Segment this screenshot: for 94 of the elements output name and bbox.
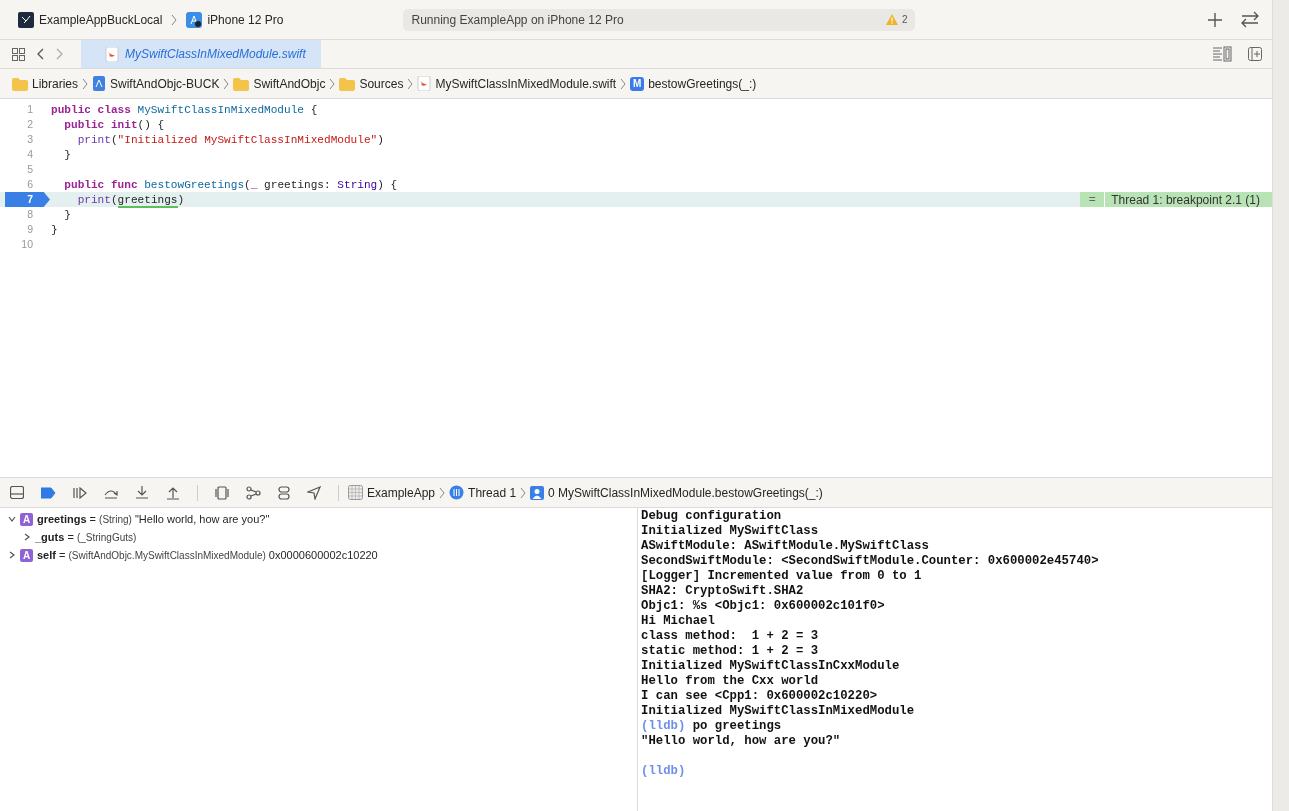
code-line: } <box>63 208 72 221</box>
phone-app-icon <box>186 11 203 28</box>
app-icon <box>18 11 34 28</box>
chevron-icon <box>329 77 336 90</box>
breadcrumb-item[interactable]: SwiftAndObjc <box>253 76 326 91</box>
code-line: } <box>50 223 59 236</box>
code-line: public class MySwiftClassInMixedModule { <box>50 103 319 116</box>
breadcrumb-item[interactable]: Sources <box>359 76 404 91</box>
disclosure-icon[interactable] <box>23 533 31 541</box>
step-out-icon[interactable] <box>166 485 180 500</box>
code-line: public func bestowGreetings(_ greetings: String) { <box>63 178 399 191</box>
line-number: 9 <box>26 222 34 237</box>
line-number: 8 <box>26 207 34 222</box>
line-number: 3 <box>26 132 34 147</box>
console-line: Initialized MySwiftClass <box>641 524 820 539</box>
code-line: print(greetings) <box>76 193 186 206</box>
breakpoints-icon[interactable] <box>41 486 56 499</box>
variable-badge: A <box>20 548 33 562</box>
device-name[interactable]: iPhone 12 Pro <box>207 12 284 27</box>
back-icon[interactable] <box>37 48 44 60</box>
editor-tab[interactable]: MySwiftClassInMixedModule.swift <box>81 40 321 68</box>
status-text: Running ExampleApp on iPhone 12 Pro <box>411 12 625 27</box>
app-grid-icon <box>348 485 363 500</box>
code-line: public init() { <box>63 118 166 131</box>
variable-entry[interactable]: _guts = (_StringGuts) <box>35 531 137 543</box>
console-line: I can see <Cpp1: 0x600002c10220> <box>641 689 879 704</box>
console-line: Hi Michael <box>641 614 716 629</box>
project-icon <box>92 76 107 91</box>
line-number: 4 <box>26 147 34 162</box>
console-line: Debug configuration <box>641 509 783 524</box>
line-number: 10 <box>20 237 34 252</box>
stack-path-item[interactable]: 0 MySwiftClassInMixedModule.bestowGreetings(_:) <box>548 485 823 500</box>
warning-icon <box>884 13 899 26</box>
editor-options-icon[interactable] <box>1213 46 1232 62</box>
folder-icon <box>339 76 356 91</box>
step-into-icon[interactable] <box>135 486 149 499</box>
variable-entry[interactable]: self = (SwiftAndObjc.MySwiftClassInMixedModule) 0x0000600002c10220 <box>37 549 378 561</box>
grid-icon[interactable] <box>12 47 25 61</box>
scheme-name[interactable]: ExampleAppBuckLocal <box>39 12 163 27</box>
line-number: 7 <box>5 192 50 207</box>
console-line: Hello from the Cxx world <box>641 674 820 689</box>
breadcrumb-item[interactable]: Libraries <box>32 76 79 91</box>
folder-icon <box>233 76 250 91</box>
chevron-icon <box>520 486 527 499</box>
method-badge: M <box>630 76 645 91</box>
line-number: 2 <box>26 117 34 132</box>
console-line: [Logger] Incremented value from 0 to 1 <box>641 569 923 584</box>
environment-icon[interactable] <box>278 485 290 500</box>
console-line: Objc1: %s <Objc1: 0x600002c101f0> <box>641 599 886 614</box>
chevron-icon <box>82 77 89 90</box>
variable-badge: A <box>20 512 33 526</box>
chevron-icon <box>171 13 178 26</box>
disclosure-icon[interactable] <box>8 515 16 523</box>
warning-count: 2 <box>901 14 908 25</box>
line-number: 1 <box>26 102 34 117</box>
line-number: 6 <box>26 177 34 192</box>
code-line: print("Initialized MySwiftClassInMixedModule") <box>76 133 385 146</box>
breadcrumb-item[interactable]: SwiftAndObjc-BUCK <box>110 76 220 91</box>
variable-entry[interactable]: greetings = (String) "Hello world, how are you?" <box>37 513 270 525</box>
console-line: (lldb) <box>641 764 687 779</box>
console-line: ASwiftModule: ASwiftModule.MySwiftClass <box>641 539 930 554</box>
breakpoint-annotation: = Thread 1: breakpoint 2.1 (1) <box>1080 192 1272 207</box>
chevron-icon <box>407 77 414 90</box>
breadcrumb-item[interactable]: bestowGreetings(_:) <box>648 76 757 91</box>
breadcrumb-item[interactable]: MySwiftClassInMixedModule.swift <box>435 76 617 91</box>
console-line: Initialized MySwiftClassInCxxModule <box>641 659 901 674</box>
console-line: static method: 1 + 2 = 3 <box>641 644 820 659</box>
swap-arrows-icon[interactable] <box>1240 11 1260 28</box>
thread-icon <box>449 485 465 500</box>
user-frame-icon <box>530 485 545 500</box>
add-editor-icon[interactable] <box>1248 47 1262 61</box>
stack-path-item[interactable]: Thread 1 <box>468 485 517 500</box>
swift-file-icon <box>417 76 432 91</box>
code-line: } <box>63 148 72 161</box>
console-line: Initialized MySwiftClassInMixedModule <box>641 704 916 719</box>
line-number: 5 <box>26 162 34 177</box>
console-line: "Hello world, how are you?" <box>641 734 842 749</box>
chevron-icon <box>223 77 230 90</box>
chevron-icon <box>620 77 627 90</box>
console-line: class method: 1 + 2 = 3 <box>641 629 820 644</box>
chevron-icon <box>439 486 446 499</box>
swift-file-icon <box>105 46 119 62</box>
view-hierarchy-icon[interactable] <box>215 485 229 500</box>
disclosure-icon[interactable] <box>8 551 16 559</box>
panel-toggle-icon[interactable] <box>10 486 24 499</box>
stack-path-item[interactable]: ExampleApp <box>367 485 436 500</box>
console-line: SecondSwiftModule: <SecondSwiftModule.Counter: 0x600002e45740> <box>641 554 1100 569</box>
console-line: SHA2: CryptoSwift.SHA2 <box>641 584 805 599</box>
console-line: (lldb) po greetings <box>641 719 783 734</box>
folder-icon <box>12 76 28 91</box>
add-icon[interactable] <box>1208 12 1222 27</box>
memory-graph-icon[interactable] <box>246 485 261 500</box>
location-icon[interactable] <box>307 485 321 500</box>
continue-icon[interactable] <box>73 486 87 499</box>
